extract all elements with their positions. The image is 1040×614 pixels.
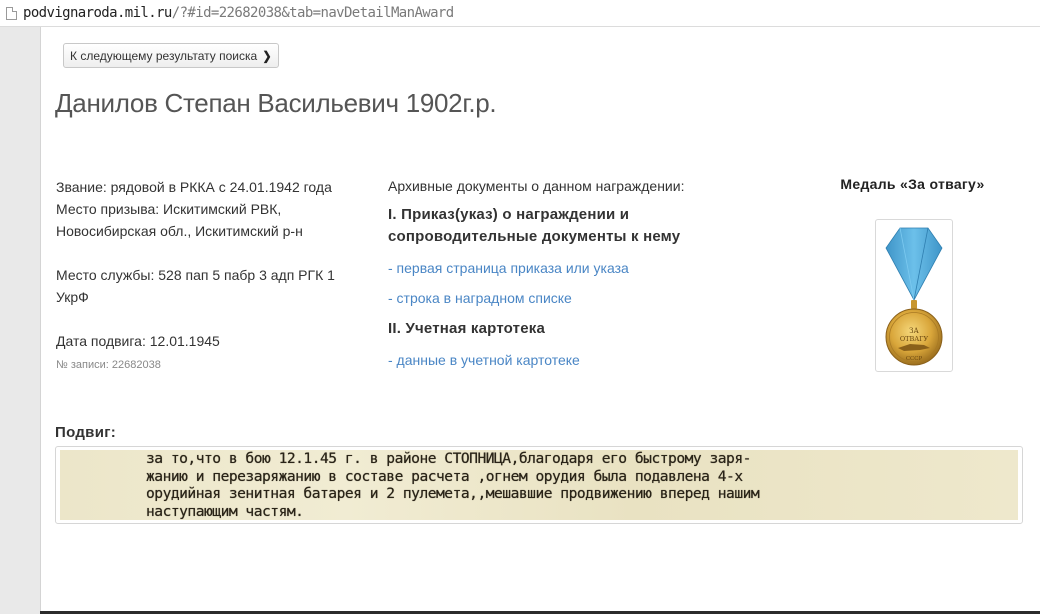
medal-inscription-3: СССР: [906, 356, 923, 362]
section-card-index-title: II. Учетная картотека: [388, 320, 546, 337]
link-card-index-data[interactable]: - данные в учетной картотеке: [388, 350, 728, 370]
link-order-first-page[interactable]: - первая страница приказа или указа: [388, 258, 728, 278]
next-result-label: К следующему результату поиска: [70, 48, 258, 63]
medal-inscription-2: ОТВАГУ: [900, 335, 929, 343]
feat-label: Подвиг:: [55, 424, 117, 441]
medal-inscription-1: ЗА: [909, 327, 919, 335]
url-path: /?#id=22682038&tab=navDetailManAward: [171, 5, 454, 21]
archive-heading: Архивные документы о данном награждении:: [388, 178, 685, 194]
next-result-button[interactable]: К следующему результату поиска ❯: [63, 43, 280, 68]
feat-date: Дата подвига: 12.01.1945: [56, 333, 220, 349]
feat-scan-frame: за то,что в бою 12.1.45 г. в районе СТОП…: [55, 446, 1023, 524]
feat-line: наступающим частям.: [146, 502, 304, 520]
link-award-list-line[interactable]: - строка в наградном списке: [388, 288, 728, 308]
feat-line: орудийная зенитная батарея и 2 пулемета,…: [146, 485, 760, 502]
feat-line: жанию и перезаряжанию в составе расчета …: [146, 467, 743, 485]
archive-documents: Архивные документы о данном награждении:…: [388, 176, 728, 370]
url-text[interactable]: podvignaroda.mil.ru/?#id=22682038&tab=na…: [23, 5, 454, 21]
chevron-right-icon: ❯: [262, 48, 272, 63]
record-number: № записи: 22682038: [56, 359, 161, 371]
feat-scan-text: за то,что в бою 12.1.45 г. в районе СТОП…: [146, 450, 1018, 520]
person-info: Звание: рядовой в РККА с 24.01.1942 года…: [56, 176, 356, 372]
url-host: podvignaroda.mil.ru: [23, 5, 172, 21]
medal-image[interactable]: ЗА ОТВАГУ СССР: [875, 219, 953, 372]
section-orders-title: I. Приказ(указ) о награждении и сопровод…: [388, 206, 681, 245]
feat-line: за то,что в бою 12.1.45 г. в районе СТОП…: [146, 450, 751, 467]
left-gutter: [0, 27, 41, 614]
page-icon: [6, 6, 17, 20]
page-title: Данилов Степан Васильевич 1902г.р.: [55, 88, 497, 118]
rank-and-conscription: Звание: рядовой в РККА с 24.01.1942 года…: [56, 179, 332, 239]
service-place: Место службы: 528 пап 5 пабр 3 адп РГК 1…: [56, 267, 335, 305]
feat-scan-image: за то,что в бою 12.1.45 г. в районе СТОП…: [60, 450, 1018, 520]
medal-icon: ЗА ОТВАГУ СССР: [885, 227, 943, 366]
award-title: Медаль «За отвагу»: [840, 176, 985, 192]
address-bar[interactable]: podvignaroda.mil.ru/?#id=22682038&tab=na…: [0, 0, 1040, 27]
